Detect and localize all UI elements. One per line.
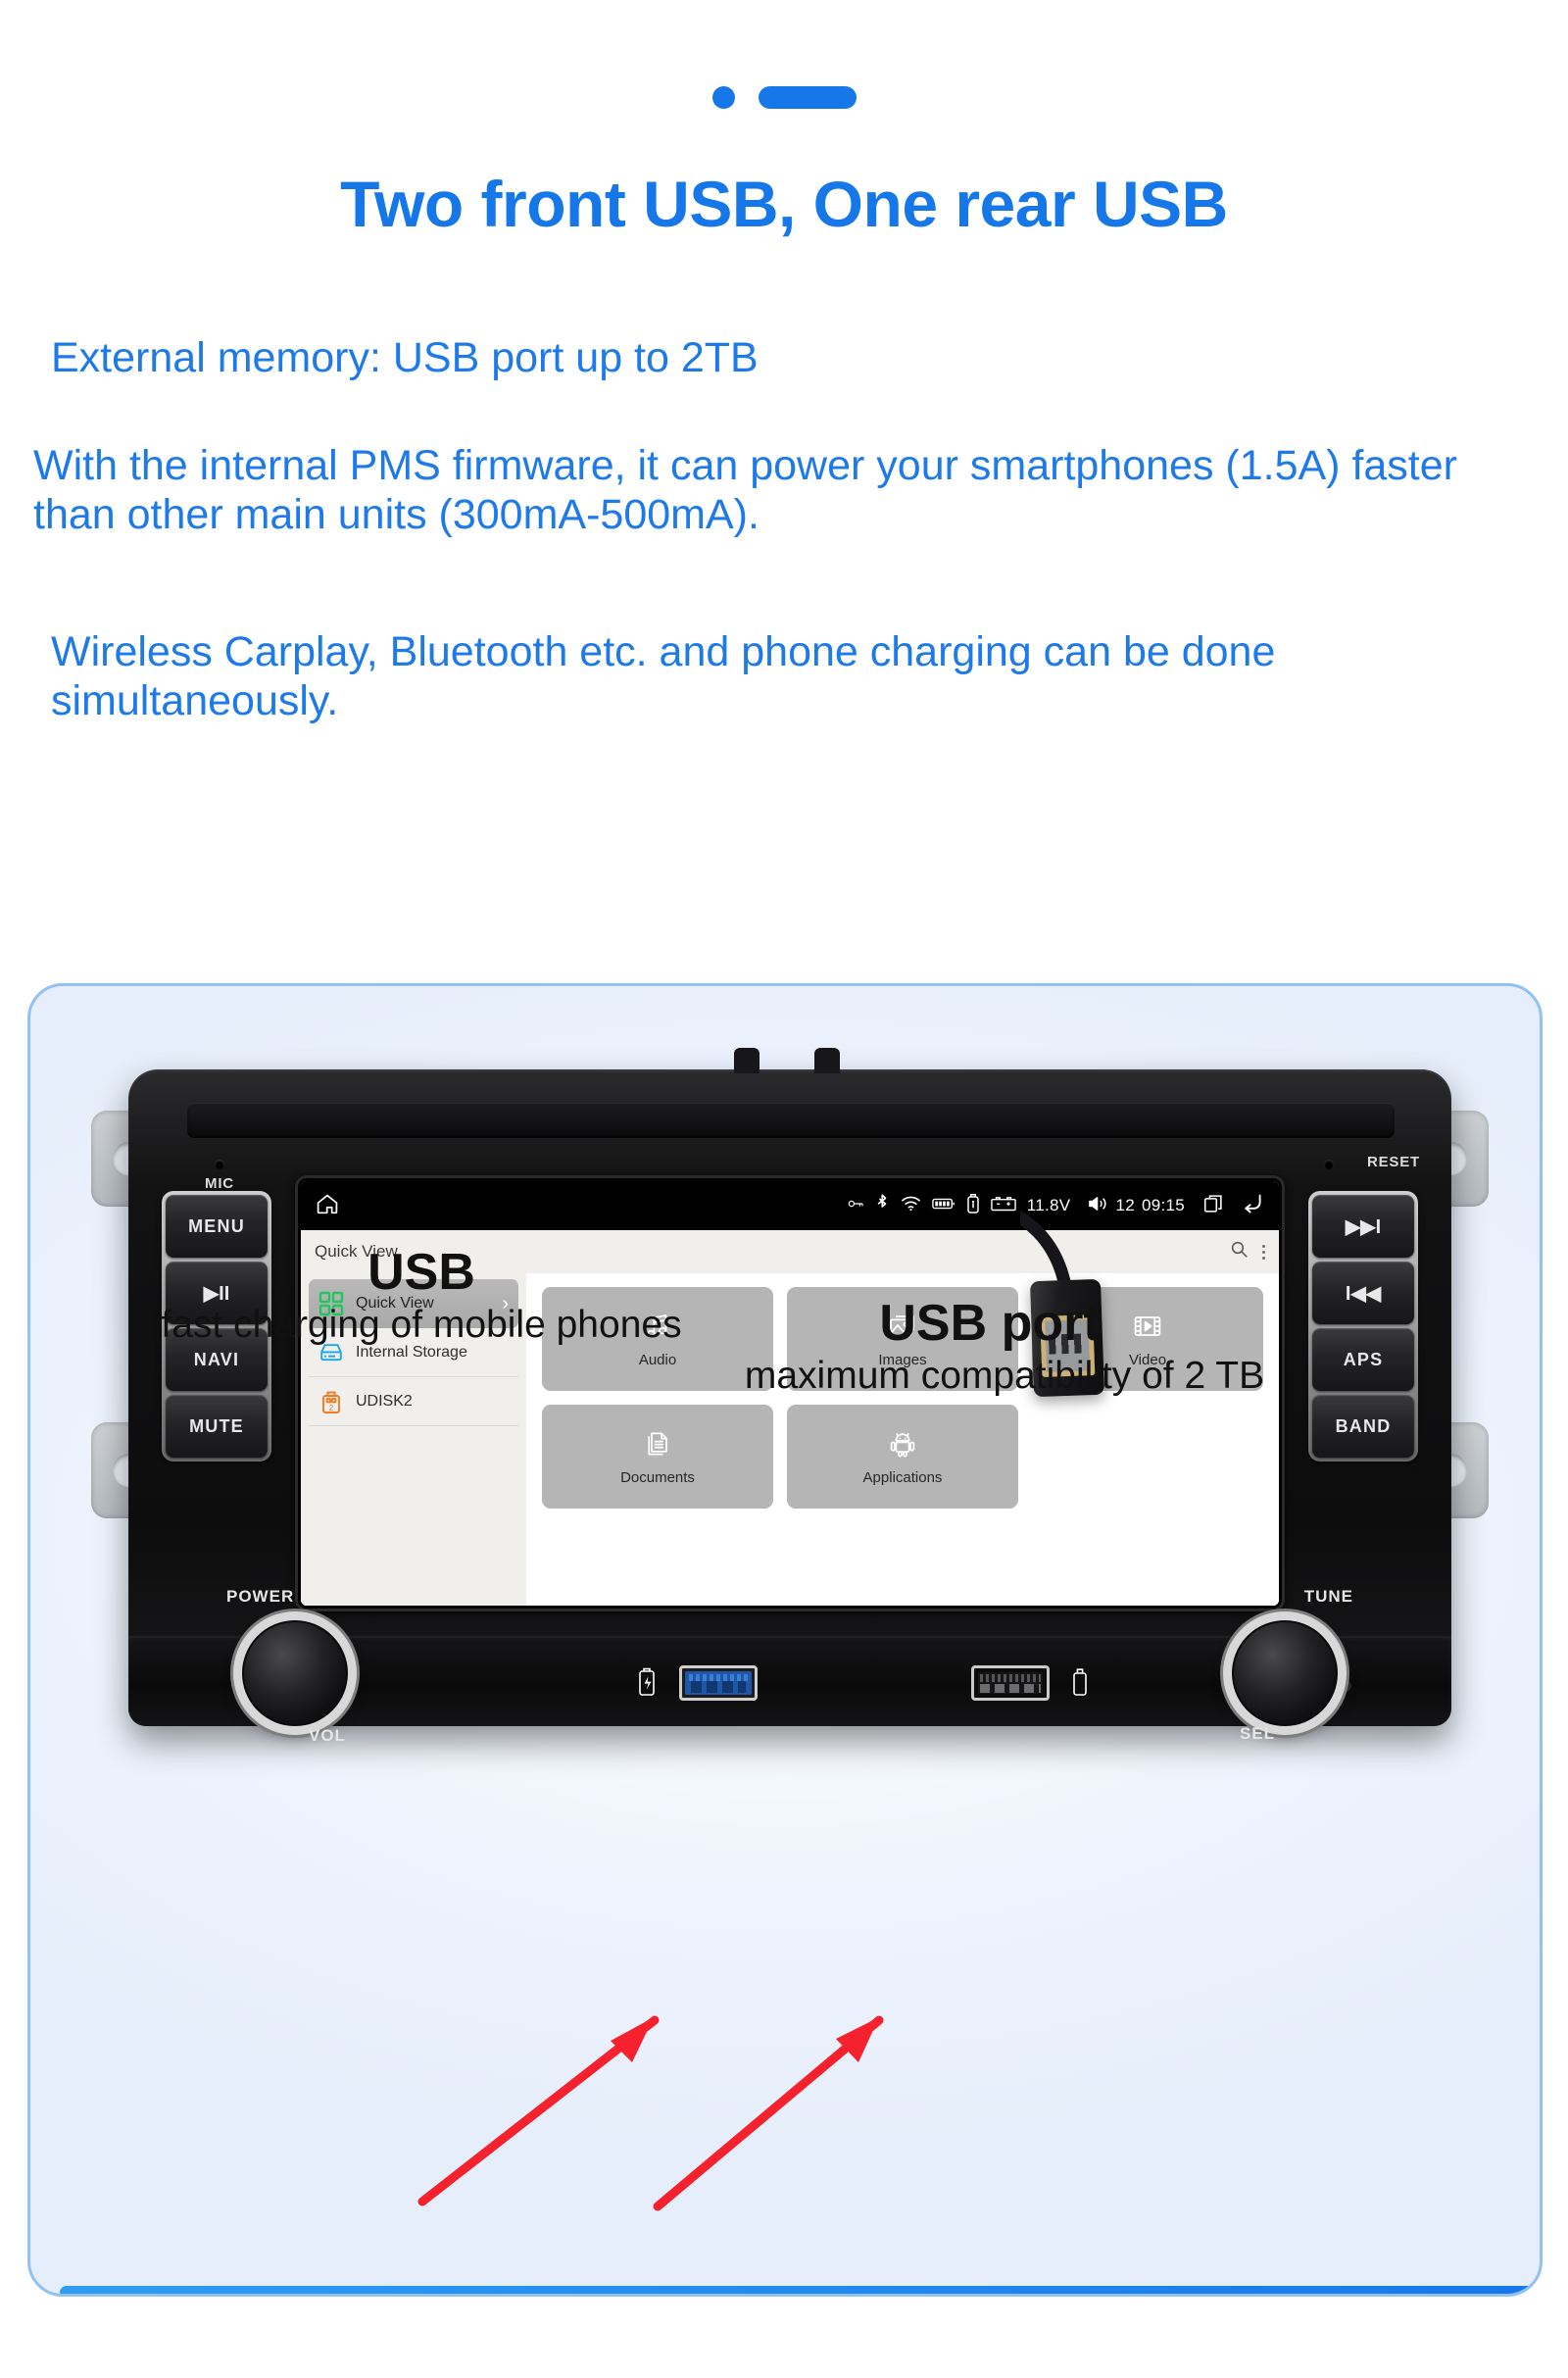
tile-documents[interactable]: Documents: [542, 1405, 773, 1509]
paragraph-simultaneous: Wireless Carplay, Bluetooth etc. and pho…: [51, 628, 1276, 725]
bottom-accent-bar: [60, 2286, 1540, 2294]
search-icon[interactable]: [1230, 1240, 1249, 1263]
menu-button[interactable]: MENU: [166, 1195, 268, 1258]
tune-label: TUNE: [1303, 1587, 1353, 1606]
reset-label: RESET: [1366, 1154, 1420, 1170]
android-status-bar: 11.8V 12 09:15: [301, 1181, 1279, 1230]
mute-button[interactable]: MUTE: [166, 1395, 268, 1458]
sidebar-label-udisk2: UDISK2: [356, 1392, 413, 1410]
status-right-group: 12 09:15: [1088, 1193, 1265, 1219]
paragraph-pms-firmware: With the internal PMS firmware, it can p…: [33, 442, 1457, 539]
key-icon: [848, 1197, 864, 1215]
tile-label-applications: Applications: [862, 1468, 943, 1486]
svg-text:2: 2: [329, 1404, 334, 1412]
header-decoration: [0, 86, 1568, 109]
usb-flash-drive-icon: [1071, 1667, 1089, 1702]
power-label: POWER: [226, 1587, 295, 1606]
power-volume-knob[interactable]: [242, 1620, 348, 1726]
android-icon: [887, 1428, 918, 1460]
overflow-menu-icon[interactable]: [1262, 1244, 1265, 1260]
callout-usb-port-subtitle: maximum compatibility of 2 TB: [744, 1355, 1265, 1397]
fast-charge-icon: [638, 1667, 656, 1702]
blue-bar-icon: [758, 86, 857, 109]
volume-level: 12: [1115, 1196, 1135, 1214]
blue-dot-icon: [711, 86, 735, 109]
sidebar-item-udisk2[interactable]: 2 UDISK2: [309, 1377, 518, 1426]
reset-pinhole-icon[interactable]: [1324, 1160, 1334, 1169]
tile-applications[interactable]: Applications: [787, 1405, 1018, 1509]
mic-label: MIC: [205, 1175, 234, 1192]
car-battery-icon: [990, 1196, 1016, 1216]
callout-usb-title: USB: [368, 1244, 475, 1301]
chassis-nub-left: [734, 1048, 760, 1073]
back-icon[interactable]: [1242, 1193, 1265, 1219]
home-icon[interactable]: [315, 1191, 340, 1221]
clock: 09:15: [1141, 1196, 1185, 1214]
usb3-fast-charge-port[interactable]: [679, 1665, 758, 1701]
usb-data-port[interactable]: [971, 1665, 1050, 1701]
previous-track-button[interactable]: I◀◀: [1312, 1262, 1414, 1324]
reset-control[interactable]: RESET: [1314, 1154, 1422, 1192]
microphone-hole-icon: [215, 1160, 224, 1169]
tile-label-documents: Documents: [620, 1468, 695, 1486]
product-illustration-card: MIC RESET MENU ▶II NAVI MUTE ▶▶I I◀◀ APS…: [27, 983, 1543, 2297]
arrow-to-usb-data-port: [653, 2015, 884, 2211]
microphone: MIC: [175, 1160, 264, 1192]
page-title: Two front USB, One rear USB: [340, 168, 1228, 240]
right-button-stack: ▶▶I I◀◀ APS BAND: [1308, 1191, 1418, 1461]
chassis-nub-right: [814, 1048, 840, 1073]
arrow-to-usb3-port: [417, 2015, 660, 2206]
paragraph-external-memory: External memory: USB port up to 2TB: [51, 334, 759, 381]
callout-usb-port-title: USB port: [879, 1295, 1101, 1352]
usb-drive-icon: [966, 1193, 980, 1219]
usb-disk-icon: 2: [318, 1389, 344, 1414]
band-button[interactable]: BAND: [1312, 1395, 1414, 1458]
disc-slot: [187, 1103, 1395, 1138]
car-head-unit: MIC RESET MENU ▶II NAVI MUTE ▶▶I I◀◀ APS…: [91, 1048, 1489, 1854]
callout-usb-subtitle: fast charging of mobile phones: [161, 1304, 682, 1346]
battery-icon: [931, 1197, 956, 1215]
recents-icon[interactable]: [1202, 1193, 1224, 1219]
documents-icon: [642, 1428, 673, 1460]
volume-label: VOL: [309, 1726, 346, 1745]
tune-select-knob[interactable]: [1232, 1620, 1338, 1726]
next-track-button[interactable]: ▶▶I: [1312, 1195, 1414, 1258]
wifi-icon: [901, 1195, 921, 1216]
select-label: SEL: [1239, 1724, 1275, 1743]
bluetooth-icon: [875, 1193, 890, 1219]
